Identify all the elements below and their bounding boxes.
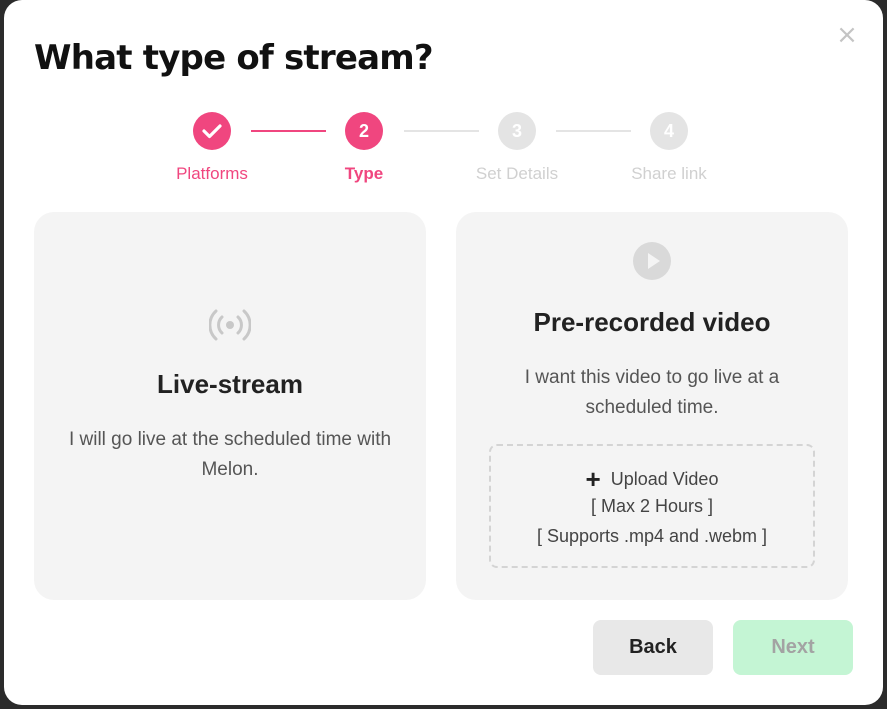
step-1-circle — [193, 112, 231, 150]
pre-recorded-option-card[interactable]: Pre-recorded video I want this video to … — [456, 212, 848, 600]
stream-type-dialog: × What type of stream? 2 3 4 Platforms T… — [4, 0, 883, 705]
play-icon — [633, 242, 671, 285]
step-2-circle: 2 — [345, 112, 383, 150]
step-label-set-details: Set Details — [475, 164, 559, 183]
live-stream-description: I will go live at the scheduled time wit… — [68, 429, 392, 480]
step-4-circle: 4 — [650, 112, 688, 150]
step-connector-3 — [556, 130, 631, 132]
close-icon[interactable]: × — [834, 22, 860, 48]
live-stream-option-card[interactable]: Live-stream I will go live at the schedu… — [34, 212, 426, 600]
plus-icon: + — [585, 464, 601, 494]
live-stream-title: Live-stream — [157, 369, 303, 399]
back-button[interactable]: Back — [593, 620, 713, 675]
pre-recorded-title: Pre-recorded video — [533, 307, 771, 337]
step-2-number: 2 — [358, 120, 369, 141]
step-label-type: Type — [344, 164, 384, 183]
step-label-share-link: Share link — [631, 164, 707, 183]
pre-recorded-description: I want this video to go live at a schedu… — [524, 367, 780, 418]
step-3-circle: 3 — [498, 112, 536, 150]
upload-video-label: Upload Video — [610, 469, 719, 489]
step-connector-2 — [404, 130, 479, 132]
upload-supported-formats: [ Supports .mp4 and .webm ] — [536, 526, 768, 546]
step-label-platforms: Platforms — [176, 164, 248, 183]
upload-video-dropzone[interactable]: + Upload Video [ Max 2 Hours ] [ Supports… — [489, 444, 815, 568]
check-icon — [202, 124, 222, 139]
step-3-number: 3 — [511, 120, 522, 141]
step-4-number: 4 — [663, 120, 674, 141]
next-button[interactable]: Next — [733, 620, 853, 675]
dialog-title: What type of stream? — [34, 38, 434, 78]
step-connector-1 — [251, 130, 326, 132]
upload-max-duration: [ Max 2 Hours ] — [590, 496, 714, 516]
broadcast-icon — [208, 308, 252, 347]
